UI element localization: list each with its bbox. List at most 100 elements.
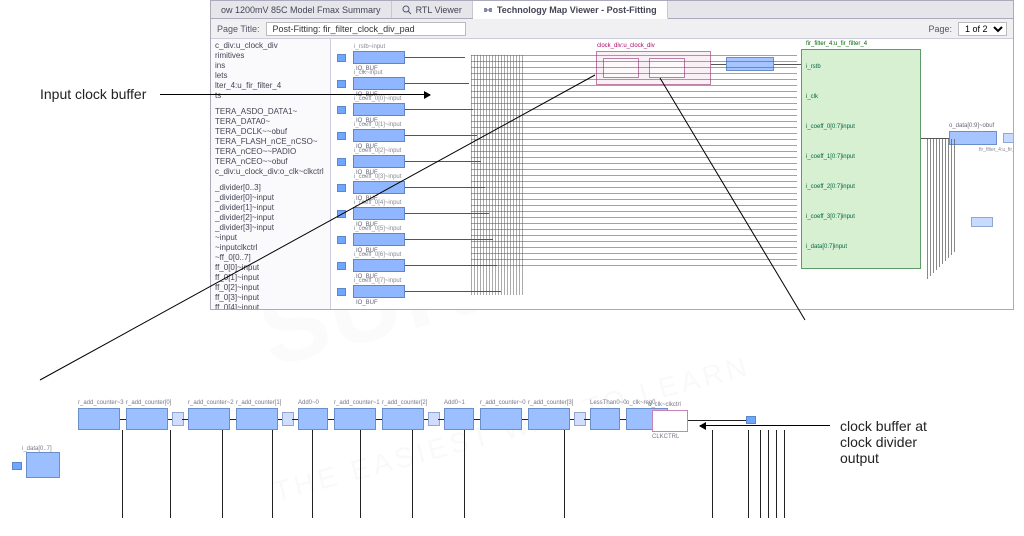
tab-fmax[interactable]: ow 1200mV 85C Model Fmax Summary xyxy=(211,1,392,18)
sink-pin[interactable] xyxy=(971,217,993,227)
io-buffer[interactable]: i_coeff_0[3]~inputIO_BUF xyxy=(353,181,405,194)
nav-item[interactable]: ~ff_0[0..7] xyxy=(213,253,328,263)
io-buffer[interactable]: i_coeff_0[4]~inputIO_BUF xyxy=(353,207,405,220)
detail-cell[interactable] xyxy=(444,408,474,430)
nav-item[interactable]: _divider[0..3] xyxy=(213,183,328,193)
detail-bus-buffer[interactable] xyxy=(26,452,60,478)
input-pin[interactable] xyxy=(337,236,346,244)
nav-item[interactable]: ff_0[0]~input xyxy=(213,263,328,273)
input-pin[interactable] xyxy=(337,288,346,296)
detail-cell-label: r_add_counter~1 xyxy=(334,400,380,406)
detail-cell[interactable] xyxy=(188,408,230,430)
io-buffer[interactable]: i_coeff_0[6]~inputIO_BUF xyxy=(353,259,405,272)
arrow-input-buffer xyxy=(160,94,430,95)
tab-label: RTL Viewer xyxy=(416,5,462,15)
nav-item[interactable]: TERA_nCEO~~PADIO xyxy=(213,147,328,157)
fir-filter-block[interactable]: fir_filter_4:u_fir_filter_4 i_rstbi_clki… xyxy=(801,49,921,269)
input-pin[interactable] xyxy=(337,80,346,88)
nav-item[interactable]: ff_0[3]~input xyxy=(213,293,328,303)
detail-cell[interactable] xyxy=(382,408,424,430)
nav-item[interactable]: TERA_nCEO~~obuf xyxy=(213,157,328,167)
title-row: Page Title: Post-Fitting: fir_filter_clo… xyxy=(211,19,1013,39)
detail-bus-pin[interactable] xyxy=(12,462,22,470)
io-buffer[interactable]: i_coeff_0[5]~inputIO_BUF xyxy=(353,233,405,246)
detail-cell[interactable] xyxy=(298,408,328,430)
nav-item[interactable]: lter_4:u_fir_filter_4 xyxy=(213,81,328,91)
nav-item[interactable]: rimitives xyxy=(213,51,328,61)
detail-cell-label: r_add_counter~3 xyxy=(78,400,124,406)
input-pin[interactable] xyxy=(337,158,346,166)
detail-cell[interactable] xyxy=(480,408,522,430)
input-pin[interactable] xyxy=(337,210,346,218)
detail-clkctrl-sub: CLKCTRL xyxy=(652,434,679,440)
input-pin[interactable] xyxy=(337,184,346,192)
io-buffer-net-label: i_coeff_0[5]~input xyxy=(354,226,401,232)
clkctrl-buffer[interactable] xyxy=(726,57,774,71)
detail-cell-label: r_add_counter[2] xyxy=(382,400,427,406)
nav-item[interactable]: TERA_FLASH_nCE_nCSO~ xyxy=(213,137,328,147)
detail-cell-label: r_add_counter[0] xyxy=(126,400,171,406)
nav-item[interactable]: c_div:u_clock_div xyxy=(213,41,328,51)
input-pin[interactable] xyxy=(337,54,346,62)
nav-item[interactable]: c_div:u_clock_div:o_clk~clkctrl xyxy=(213,167,328,177)
clock-div-label: clock_div:u_clock_div xyxy=(597,43,655,49)
detail-clkctrl-label: o_clk~clkctrl xyxy=(648,402,681,408)
io-buffer-net-label: i_coeff_0[7]~input xyxy=(354,278,401,284)
detail-cell[interactable] xyxy=(590,408,620,430)
nav-item[interactable]: ff_0[1]~input xyxy=(213,273,328,283)
io-buffer-net-label: i_rstb~input xyxy=(354,44,385,50)
nav-item[interactable]: _divider[0]~input xyxy=(213,193,328,203)
tab-techmap[interactable]: Technology Map Viewer - Post-Fitting xyxy=(473,1,668,19)
detail-cell-label: r_add_counter~2 xyxy=(188,400,234,406)
nav-item[interactable]: TERA_ASDO_DATA1~ xyxy=(213,107,328,117)
annotation-output-buffer-3: output xyxy=(840,450,879,466)
detail-cell[interactable] xyxy=(334,408,376,430)
output-buffer[interactable] xyxy=(949,131,997,145)
nav-item[interactable]: ff_0[4]~input xyxy=(213,303,328,309)
io-buffer[interactable]: i_clk~inputIO_BUF xyxy=(353,77,405,90)
nav-item[interactable]: ts xyxy=(213,91,328,101)
fir-port-label: i_clk xyxy=(806,94,818,100)
io-buffer[interactable]: i_rstb~inputIO_BUF xyxy=(353,51,405,64)
io-buffer-net-label: i_coeff_0[4]~input xyxy=(354,200,401,206)
detail-cell[interactable] xyxy=(78,408,120,430)
detail-cell[interactable] xyxy=(126,408,168,430)
detail-cell[interactable] xyxy=(236,408,278,430)
annotation-output-buffer-1: clock buffer at xyxy=(840,418,927,434)
detail-cell[interactable] xyxy=(528,408,570,430)
io-buffer[interactable]: i_coeff_0[0]~inputIO_BUF xyxy=(353,103,405,116)
io-buffer-net-label: i_coeff_0[6]~input xyxy=(354,252,401,258)
nav-item[interactable]: _divider[3]~input xyxy=(213,223,328,233)
annotation-output-buffer-2: clock divider xyxy=(840,434,917,450)
page-label: Page: xyxy=(928,24,952,34)
detail-cell-label: r_add_counter[1] xyxy=(236,400,281,406)
nav-item[interactable]: lets xyxy=(213,71,328,81)
input-pin[interactable] xyxy=(337,262,346,270)
nav-item[interactable]: TERA_DATA0~ xyxy=(213,117,328,127)
detail-clkctrl[interactable] xyxy=(652,410,688,432)
output-pin[interactable] xyxy=(1003,133,1013,143)
nav-item[interactable]: ff_0[2]~input xyxy=(213,283,328,293)
hierarchy-navigator[interactable]: c_div:u_clock_divrimitivesinsletslter_4:… xyxy=(211,39,331,309)
io-buffer[interactable]: i_coeff_0[2]~inputIO_BUF xyxy=(353,155,405,168)
detail-out-pin[interactable] xyxy=(746,416,756,424)
io-buffer[interactable]: i_coeff_0[7]~inputIO_BUF xyxy=(353,285,405,298)
nav-item[interactable]: _divider[2]~input xyxy=(213,213,328,223)
detail-cell-label: Add0~1 xyxy=(444,400,465,406)
tab-rtl[interactable]: RTL Viewer xyxy=(392,1,473,18)
nav-item[interactable]: _divider[1]~input xyxy=(213,203,328,213)
page-title-field[interactable]: Post-Fitting: fir_filter_clock_div_pad xyxy=(266,22,466,36)
input-pin[interactable] xyxy=(337,106,346,114)
io-buffer[interactable]: i_coeff_0[1]~inputIO_BUF xyxy=(353,129,405,142)
schematic-canvas[interactable]: i_rstb~inputIO_BUF i_clk~inputIO_BUF i_coe… xyxy=(331,39,1013,309)
nav-item[interactable]: TERA_DCLK~~obuf xyxy=(213,127,328,137)
tab-bar: ow 1200mV 85C Model Fmax Summary RTL Vie… xyxy=(211,1,1013,19)
nav-item[interactable]: ~inputclkctrl xyxy=(213,243,328,253)
fir-port-label: i_coeff_3[0:7]input xyxy=(806,214,855,220)
nav-item[interactable]: ~input xyxy=(213,233,328,243)
page-select[interactable]: 1 of 2 xyxy=(958,22,1007,36)
fir-filter-label: fir_filter_4:u_fir_filter_4 xyxy=(806,41,867,47)
nav-item[interactable]: ins xyxy=(213,61,328,71)
input-pin[interactable] xyxy=(337,132,346,140)
detail-bus-label: i_data[0..7] xyxy=(22,446,52,452)
